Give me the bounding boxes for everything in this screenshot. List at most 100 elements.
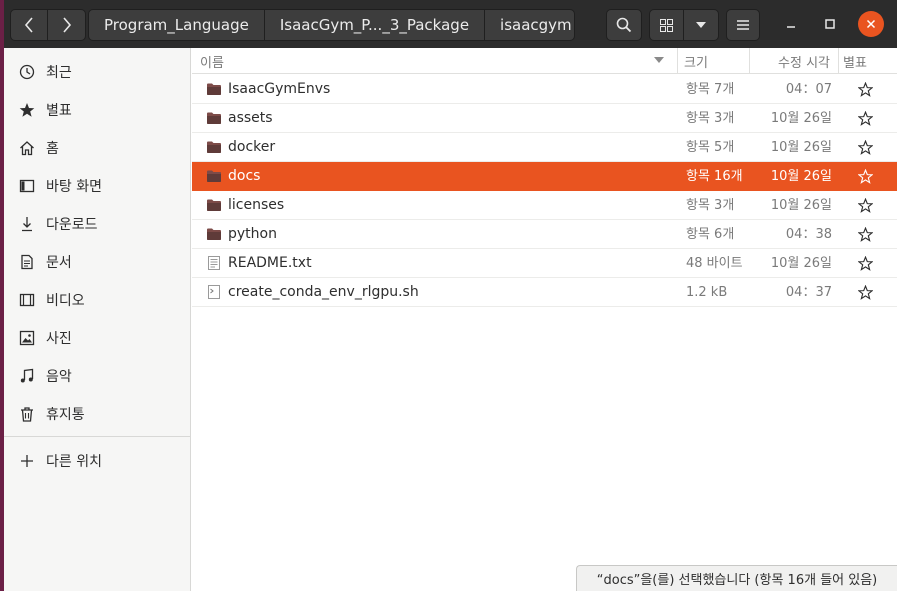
file-size: 48 바이트 [686, 256, 743, 271]
file-name: create_conda_env_rlgpu.sh [228, 284, 419, 300]
main-menu-button[interactable] [726, 9, 760, 41]
download-icon [18, 215, 36, 233]
file-name: IsaacGymEnvs [228, 81, 331, 97]
file-modified: 10월 26일 [770, 169, 832, 184]
close-button[interactable] [858, 11, 884, 37]
column-name-label: 이름 [200, 55, 224, 71]
nav-buttons [10, 9, 86, 41]
star-outline-icon[interactable] [858, 140, 873, 155]
sidebar-item-home[interactable]: 홈 [4, 129, 191, 167]
file-size: 항목 3개 [686, 111, 735, 126]
file-row-create-conda-env[interactable]: create_conda_env_rlgpu.sh 1.2 kB 04：37 [192, 278, 897, 307]
maximize-icon [825, 19, 835, 29]
folder-icon [207, 112, 221, 124]
file-row-docker[interactable]: docker 항목 5개 10월 26일 [192, 133, 897, 162]
sidebar-item-trash[interactable]: 휴지통 [4, 395, 191, 433]
document-icon [18, 253, 36, 271]
sidebar-item-starred[interactable]: 별표 [4, 91, 191, 129]
crumb-isaacgym[interactable]: isaacgym [485, 10, 574, 40]
view-buttons [649, 9, 719, 41]
trash-icon [18, 405, 36, 423]
file-name: docs [228, 168, 261, 184]
crumb-program-language[interactable]: Program_Language [89, 10, 265, 40]
file-row-docs[interactable]: docs 항목 16개 10월 26일 [192, 162, 897, 191]
file-row-python[interactable]: python 항목 6개 04：38 [192, 220, 897, 249]
sidebar-item-label: 휴지통 [46, 407, 85, 423]
column-starred[interactable]: 별표 [839, 48, 879, 74]
sidebar-item-label: 홈 [46, 141, 59, 157]
crumb-isaacgym-package[interactable]: IsaacGym_P..._3_Package [265, 10, 486, 40]
music-icon [18, 367, 36, 385]
sidebar-item-label: 최근 [46, 65, 72, 81]
column-modified[interactable]: 수정 시각 [750, 48, 839, 74]
maximize-button[interactable] [817, 11, 843, 37]
star-outline-icon[interactable] [858, 111, 873, 126]
sidebar-divider [4, 436, 191, 437]
view-options-button[interactable] [684, 10, 718, 40]
column-starred-label: 별표 [843, 55, 867, 71]
file-row-readme[interactable]: README.txt 48 바이트 10월 26일 [192, 249, 897, 278]
header-bar: Program_Language IsaacGym_P..._3_Package… [4, 0, 897, 48]
folder-icon [207, 228, 221, 240]
file-name: docker [228, 139, 276, 155]
places-sidebar: 최근 별표 홈 바탕 화면 다운로드 문서 비디오 사진 음악 휴지통 다른 위… [4, 48, 191, 591]
column-size[interactable]: 크기 [678, 48, 750, 74]
star-outline-icon[interactable] [858, 285, 873, 300]
sidebar-item-label: 문서 [46, 255, 72, 271]
sidebar-item-desktop[interactable]: 바탕 화면 [4, 167, 191, 205]
chevron-left-icon [24, 17, 33, 33]
forward-button[interactable] [48, 10, 85, 40]
path-bar: Program_Language IsaacGym_P..._3_Package… [88, 9, 575, 41]
sidebar-item-label: 다른 위치 [46, 454, 102, 470]
file-row-assets[interactable]: assets 항목 3개 10월 26일 [192, 104, 897, 133]
sidebar-item-videos[interactable]: 비디오 [4, 281, 191, 319]
script-file-icon [208, 285, 220, 299]
file-size: 항목 16개 [686, 169, 743, 184]
minimize-button[interactable] [778, 11, 804, 37]
file-modified: 10월 26일 [770, 140, 832, 155]
triangle-down-icon [696, 22, 706, 28]
plus-icon [18, 452, 36, 470]
grid-icon [660, 18, 673, 32]
star-outline-icon[interactable] [858, 227, 873, 242]
file-row-licenses[interactable]: licenses 항목 3개 10월 26일 [192, 191, 897, 220]
folder-icon [207, 170, 221, 182]
sidebar-item-recent[interactable]: 최근 [4, 53, 191, 91]
star-outline-icon[interactable] [858, 198, 873, 213]
file-name: python [228, 226, 277, 242]
sidebar-item-label: 별표 [46, 103, 72, 119]
search-button[interactable] [606, 9, 642, 41]
sidebar-item-downloads[interactable]: 다운로드 [4, 205, 191, 243]
file-size: 항목 3개 [686, 198, 735, 213]
sidebar-item-pictures[interactable]: 사진 [4, 319, 191, 357]
file-modified: 04：37 [785, 285, 832, 300]
sidebar-item-documents[interactable]: 문서 [4, 243, 191, 281]
star-outline-icon[interactable] [858, 256, 873, 271]
sidebar-item-music[interactable]: 음악 [4, 357, 191, 395]
sidebar-item-label: 사진 [46, 331, 72, 347]
close-icon [866, 19, 876, 29]
folder-icon [207, 83, 221, 95]
sidebar-item-label: 다운로드 [46, 217, 98, 233]
star-outline-icon[interactable] [858, 169, 873, 184]
back-button[interactable] [11, 10, 49, 40]
star-icon [18, 101, 36, 119]
file-row-isaacgymenvs[interactable]: IsaacGymEnvs 항목 7개 04：07 [192, 75, 897, 104]
star-outline-icon[interactable] [858, 82, 873, 97]
minimize-icon [787, 26, 795, 28]
search-icon [616, 17, 632, 33]
file-list-view: 이름 크기 수정 시각 별표 IsaacGymEnvs 항목 7개 04：07 … [192, 48, 897, 591]
folder-icon [207, 141, 221, 153]
selection-status: “docs”을(를) 선택했습니다 (항목 16개 들어 있음) [576, 565, 897, 591]
grid-view-button[interactable] [650, 10, 685, 40]
column-name[interactable]: 이름 [192, 48, 678, 74]
column-modified-label: 수정 시각 [778, 55, 830, 71]
text-file-icon [208, 256, 220, 270]
file-size: 항목 7개 [686, 82, 735, 97]
file-size: 항목 5개 [686, 140, 735, 155]
file-modified: 10월 26일 [770, 111, 832, 126]
sidebar-item-other-locations[interactable]: 다른 위치 [4, 442, 191, 480]
sidebar-item-label: 비디오 [46, 293, 85, 309]
clock-icon [18, 63, 36, 81]
chevron-right-icon [62, 17, 71, 33]
